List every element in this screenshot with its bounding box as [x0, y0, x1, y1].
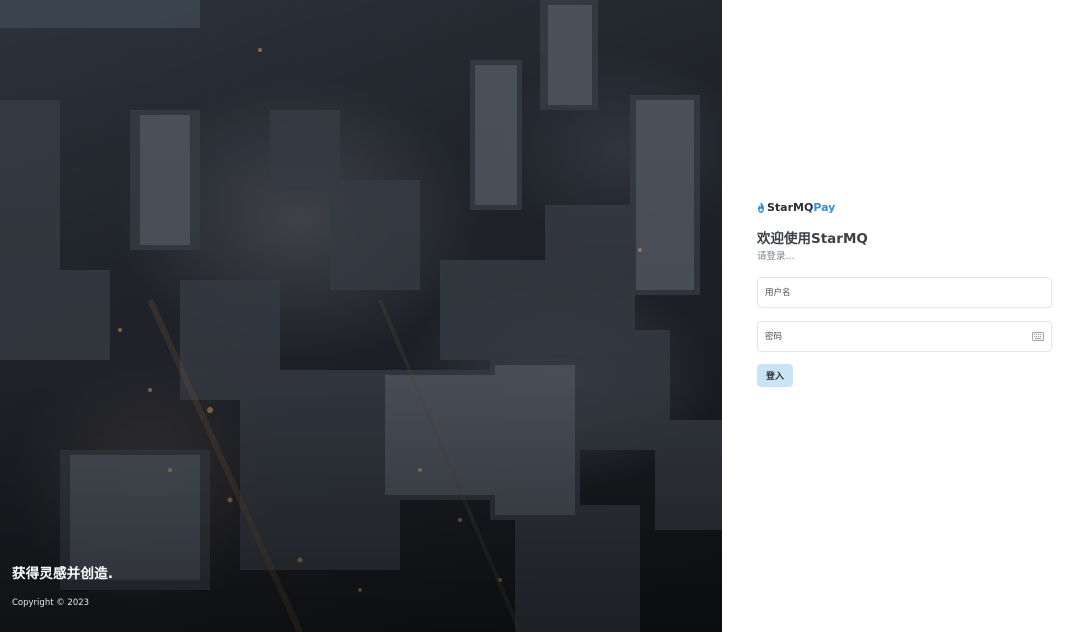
- welcome-heading: 欢迎使用StarMQ: [757, 231, 868, 247]
- keyboard-icon[interactable]: [1032, 332, 1044, 341]
- hero-tagline: 获得灵感并创造.: [12, 566, 114, 582]
- brand-name-starmq: StarMQ: [767, 200, 814, 214]
- login-panel: StarMQPay 欢迎使用StarMQ 请登录... 登入: [722, 0, 1080, 632]
- hero-background-panel: 获得灵感并创造. Copyright © 2023: [0, 0, 722, 632]
- hero-dark-overlay: [0, 0, 722, 632]
- username-input[interactable]: [765, 278, 1051, 307]
- brand-name-pay: Pay: [813, 200, 836, 214]
- brand-logo: StarMQ Pay: [757, 200, 835, 214]
- password-field[interactable]: [757, 321, 1052, 352]
- flame-icon: [758, 201, 764, 213]
- login-button[interactable]: 登入: [757, 364, 793, 387]
- password-input[interactable]: [765, 322, 1051, 351]
- copyright-text: Copyright © 2023: [12, 598, 90, 608]
- login-subtitle: 请登录...: [757, 251, 795, 262]
- username-field[interactable]: [757, 277, 1052, 308]
